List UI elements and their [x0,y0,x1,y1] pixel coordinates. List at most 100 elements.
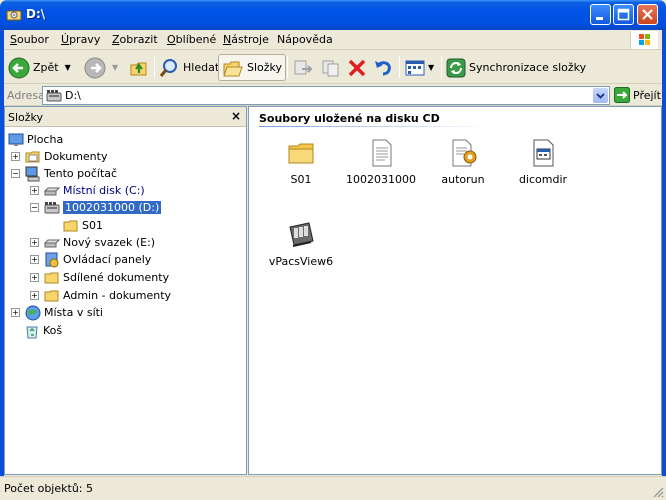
folders-icon [223,61,243,76]
folder-icon [44,272,59,283]
forward-arrow-icon [84,57,106,78]
dicomdir-icon [533,139,554,167]
file-item-autorun[interactable]: autorun [421,137,505,186]
back-dropdown-icon[interactable]: ▼ [65,63,71,72]
tree-item-s01[interactable]: S01 [63,217,103,234]
maximize-button[interactable] [613,4,634,25]
sync-folder-button[interactable]: Synchronizace složky [446,54,586,81]
windows-logo-icon [630,31,658,49]
toolbar-separator [154,56,155,78]
toolbar-separator [287,56,288,78]
sync-icon [446,58,466,77]
object-count: Počet objektů: 5 [4,482,93,495]
tree-item-my-computer[interactable]: − Tento počítač [11,165,117,182]
expand-icon[interactable]: + [11,308,20,317]
tree-item-control-panel[interactable]: + Ovládací panely [30,251,151,268]
go-arrow-icon [614,87,630,103]
file-name: S01 [290,173,312,186]
menu-napoveda[interactable]: Nápověda [277,33,333,46]
up-folder-button[interactable] [128,54,150,81]
collapse-icon[interactable]: − [30,203,39,212]
menu-bar: Soubor Úpravy Zobrazit Oblíbené Nástroje… [4,30,662,50]
window-frame-right [662,30,666,476]
autorun-icon [452,139,477,167]
views-button[interactable]: ▼ [404,54,434,81]
forward-dropdown-icon[interactable]: ▼ [112,63,118,72]
file-item-vpacsview6[interactable]: vPacsView6 [259,219,343,268]
back-arrow-icon [8,57,30,78]
move-to-button[interactable] [292,54,314,81]
recycle-bin-icon [26,326,38,338]
folder-icon [25,151,40,162]
undo-icon [375,60,391,75]
collapse-icon[interactable]: − [11,169,20,178]
address-value: D:\ [65,89,81,102]
file-name: autorun [441,173,485,186]
expand-icon[interactable]: + [30,238,39,247]
file-list-pane: Soubory uložené na disku CD S01 10020310… [248,106,662,475]
move-to-icon [294,60,313,74]
tree-item-desktop[interactable]: Plocha [8,131,63,148]
delete-button[interactable] [346,54,368,81]
search-button[interactable]: Hledat [158,54,219,81]
text-file-icon [372,139,392,167]
back-button[interactable]: Zpět ▼ [8,54,71,81]
network-icon [25,305,41,320]
toolbar: Zpět ▼ ▼ Hledat Složky ▼ Synchronizace s… [4,51,662,84]
go-button[interactable]: Přejít [614,87,661,103]
tree-item-new-volume-e[interactable]: + Nový svazek (E:) [30,234,155,251]
address-input[interactable]: D:\ [42,86,610,105]
copy-to-icon [322,60,339,76]
file-name: 1002031000 [346,173,416,186]
up-folder-icon [130,62,147,75]
search-icon [159,58,177,77]
menu-upravy[interactable]: Úpravy [61,33,100,46]
maximize-icon [617,8,630,21]
file-item-dicomdir[interactable]: dicomdir [501,137,585,186]
title-bar[interactable]: D:\ [0,0,666,30]
close-button[interactable] [637,4,658,25]
views-icon [405,60,425,75]
tree-item-documents[interactable]: + Dokumenty [11,148,107,165]
group-header: Soubory uložené na disku CD [259,112,440,125]
minimize-button[interactable] [590,4,611,25]
application-icon [289,222,314,247]
undo-button[interactable] [372,54,394,81]
hard-disk-icon [44,239,60,247]
toolbar-separator [399,56,400,78]
copy-to-button[interactable] [320,54,342,81]
resize-grip-icon[interactable] [652,486,664,498]
file-item-s01[interactable]: S01 [259,137,343,186]
tree-item-network-places[interactable]: + Místa v síti [11,304,103,321]
minimize-icon [596,17,603,20]
window-title: D:\ [26,7,46,21]
expand-icon[interactable]: + [30,255,39,264]
expand-icon[interactable]: + [30,186,39,195]
menu-nastroje[interactable]: Nástroje [223,33,269,46]
close-folders-pane-button[interactable]: × [231,109,241,123]
cd-drive-icon [6,7,22,26]
tree-item-local-disk-c[interactable]: + Místní disk (C:) [30,182,145,199]
forward-button[interactable]: ▼ [84,54,118,81]
desktop-icon [8,133,24,146]
file-item-1002031000[interactable]: 1002031000 [339,137,423,186]
cd-drive-icon [46,90,62,102]
tree-item-cd-drive-d[interactable]: − 1002031000 (D:) [30,199,163,216]
menu-soubor[interactable]: Soubor [10,33,49,46]
address-dropdown-button[interactable] [593,88,608,103]
tree-item-admin-documents[interactable]: + Admin - dokumenty [30,287,171,304]
expand-icon[interactable]: + [30,291,39,300]
delete-icon [348,59,366,76]
folder-icon [288,143,314,164]
address-label: Adresa [7,89,45,102]
status-bar: Počet objektů: 5 [0,476,666,500]
menu-zobrazit[interactable]: Zobrazit [112,33,158,46]
folders-pane-title: Složky [8,111,44,124]
views-dropdown-icon[interactable]: ▼ [428,63,434,72]
menu-oblibene[interactable]: Oblíbené [167,33,216,46]
tree-item-recycle-bin[interactable]: Koš [24,322,62,339]
tree-item-shared-documents[interactable]: + Sdílené dokumenty [30,269,169,286]
folders-button[interactable]: Složky [218,54,287,81]
expand-icon[interactable]: + [11,152,20,161]
expand-icon[interactable]: + [30,273,39,282]
